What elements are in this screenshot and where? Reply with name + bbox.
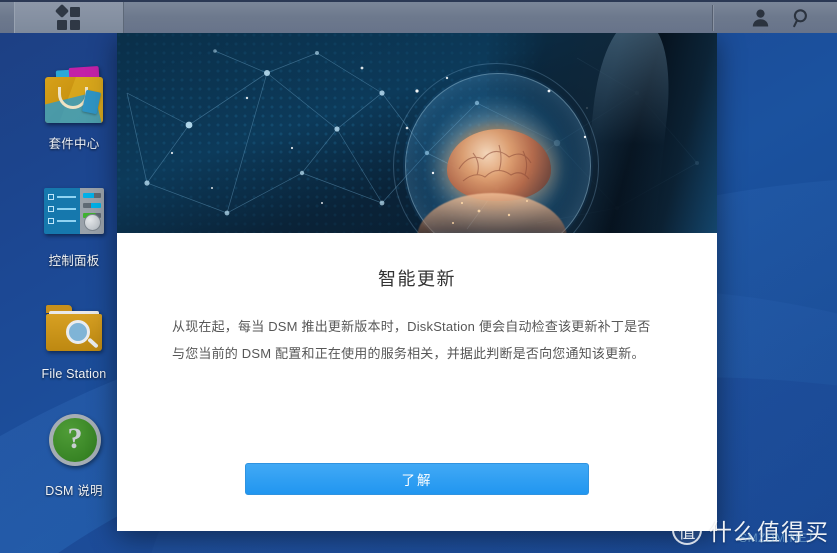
dialog-body: 智能更新 从现在起，每当 DSM 推出更新版本时，DiskStation 便会自… <box>117 233 717 463</box>
got-it-button[interactable]: 了解 <box>245 463 589 495</box>
desktop-icon-control-panel[interactable]: 控制面板 <box>14 180 134 269</box>
desktop-icon-package-center[interactable]: 套件中心 <box>14 63 134 152</box>
taskbar-divider <box>712 4 713 31</box>
app-grid-icon <box>54 3 82 31</box>
search-icon <box>793 8 807 27</box>
desktop-icon-label: DSM 说明 <box>45 484 103 498</box>
taskbar <box>0 0 837 33</box>
taskbar-spacer <box>124 2 712 33</box>
user-icon <box>752 9 768 27</box>
user-menu-button[interactable] <box>739 1 781 34</box>
spark-particles <box>415 89 587 224</box>
control-panel-icon <box>43 180 105 242</box>
desktop-icon-label: File Station <box>41 367 107 381</box>
search-button[interactable] <box>781 1 823 34</box>
desktop-icon-dsm-help[interactable]: ? DSM 说明 <box>14 410 134 499</box>
desktop-icon-label: 套件中心 <box>48 137 100 151</box>
dialog-footer: 了解 <box>117 463 717 531</box>
file-station-icon <box>43 297 105 359</box>
desktop-icon-file-station[interactable]: File Station <box>14 297 134 381</box>
package-center-icon <box>43 63 105 125</box>
main-menu-button[interactable] <box>14 2 124 33</box>
help-question-icon: ? <box>43 410 105 472</box>
taskbar-right-tools <box>712 2 837 33</box>
dialog-hero-image <box>117 33 717 233</box>
dialog-title: 智能更新 <box>378 269 456 289</box>
desktop-icon-label: 控制面板 <box>48 254 100 268</box>
dialog-description: 从现在起，每当 DSM 推出更新版本时，DiskStation 便会自动检查该更… <box>172 319 651 361</box>
smart-update-dialog: 智能更新 从现在起，每当 DSM 推出更新版本时，DiskStation 便会自… <box>117 33 717 531</box>
